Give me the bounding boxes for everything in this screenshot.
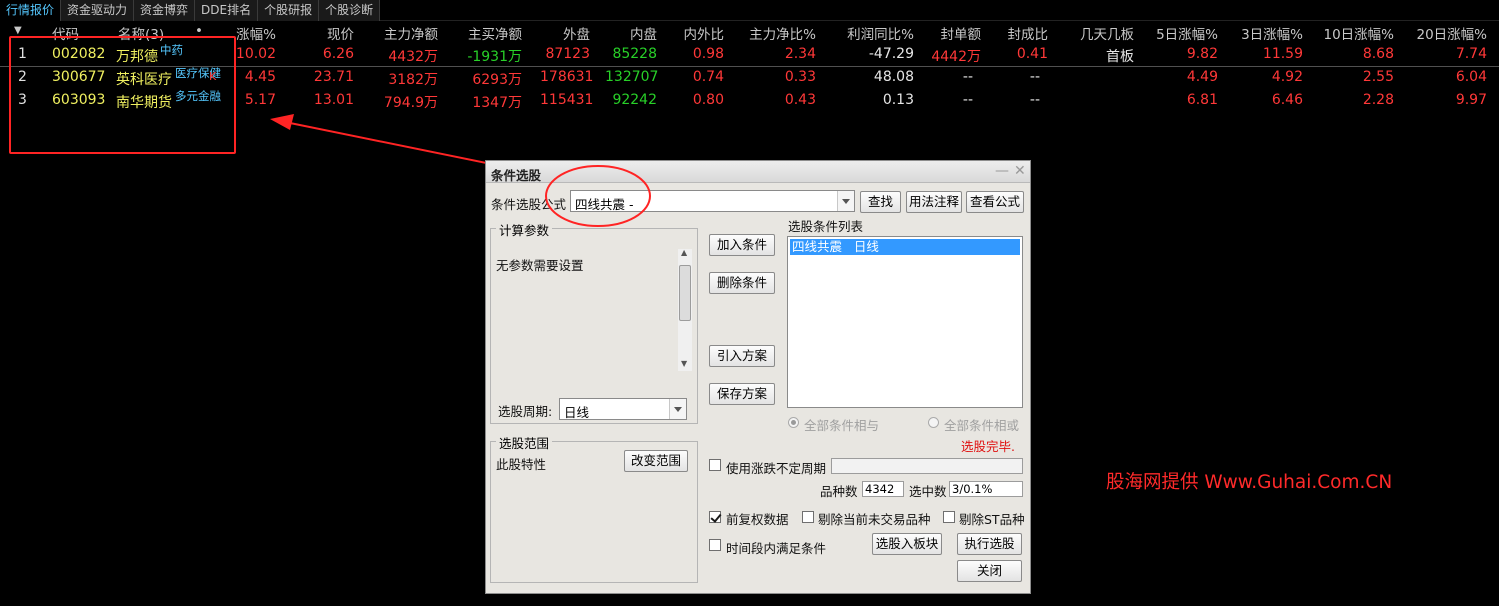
count-label: 品种数: [820, 484, 858, 499]
pre-adjust-label: 前复权数据: [726, 512, 789, 527]
radio-or-label: 全部条件相或: [944, 418, 1020, 433]
add-to-board-button[interactable]: 选股入板块: [872, 533, 942, 555]
use-period-checkbox[interactable]: [709, 459, 721, 471]
params-scrollbar[interactable]: ▲ ▼: [678, 248, 692, 371]
radio-or[interactable]: [928, 417, 939, 428]
import-plan-button[interactable]: 引入方案: [709, 345, 775, 367]
pre-adjust-checkbox[interactable]: [709, 511, 721, 523]
view-formula-button[interactable]: 查看公式: [966, 191, 1024, 213]
list-item[interactable]: 四线共震 日线: [790, 239, 1020, 255]
status-text: 选股完毕.: [961, 439, 1015, 454]
minimize-icon[interactable]: —: [995, 163, 1009, 179]
selected-box: 3/0.1%: [949, 481, 1023, 497]
watermark-text: 股海网提供 Www.Guhai.Com.CN: [1106, 472, 1393, 493]
range-text: 此股特性: [496, 457, 547, 472]
exclude-st-label: 剔除ST品种: [959, 512, 1025, 527]
selected-label: 选中数: [909, 484, 947, 499]
time-cond-label: 时间段内满足条件: [726, 541, 827, 556]
period-select[interactable]: 日线: [559, 398, 687, 420]
usage-notes-button[interactable]: 用法注释: [906, 191, 962, 213]
exclude-untraded-label: 剔除当前未交易品种: [818, 512, 931, 527]
period-label: 选股周期:: [498, 404, 553, 419]
condition-list[interactable]: 四线共震 日线: [787, 236, 1023, 408]
dialog-title: 条件选股: [491, 168, 542, 183]
delete-condition-button[interactable]: 删除条件: [709, 272, 775, 294]
period-value: 日线: [564, 405, 590, 420]
radio-and-label: 全部条件相与: [804, 418, 880, 433]
highlight-ellipse: [545, 165, 651, 227]
chevron-down-icon[interactable]: [837, 191, 854, 211]
change-range-button[interactable]: 改变范围: [624, 450, 688, 472]
condition-list-title: 选股条件列表: [788, 219, 864, 234]
count-box: 4342: [862, 481, 904, 497]
save-plan-button[interactable]: 保存方案: [709, 383, 775, 405]
time-cond-checkbox[interactable]: [709, 539, 721, 551]
execute-button[interactable]: 执行选股: [957, 533, 1022, 555]
close-icon[interactable]: ✕: [1014, 163, 1026, 179]
scroll-down-icon[interactable]: ▼: [681, 359, 687, 368]
scroll-up-icon[interactable]: ▲: [681, 248, 687, 257]
use-period-label: 使用涨跌不定周期: [726, 461, 827, 476]
exclude-st-checkbox[interactable]: [943, 511, 955, 523]
exclude-untraded-checkbox[interactable]: [802, 511, 814, 523]
add-condition-button[interactable]: 加入条件: [709, 234, 775, 256]
close-button[interactable]: 关闭: [957, 560, 1022, 582]
scroll-thumb[interactable]: [679, 265, 691, 321]
range-group-title: 选股范围: [496, 433, 553, 452]
chevron-down-icon[interactable]: [669, 399, 686, 419]
no-params-text: 无参数需要设置: [496, 258, 584, 273]
period-progress: [831, 458, 1023, 474]
find-button[interactable]: 查找: [860, 191, 901, 213]
radio-and[interactable]: [788, 417, 799, 428]
